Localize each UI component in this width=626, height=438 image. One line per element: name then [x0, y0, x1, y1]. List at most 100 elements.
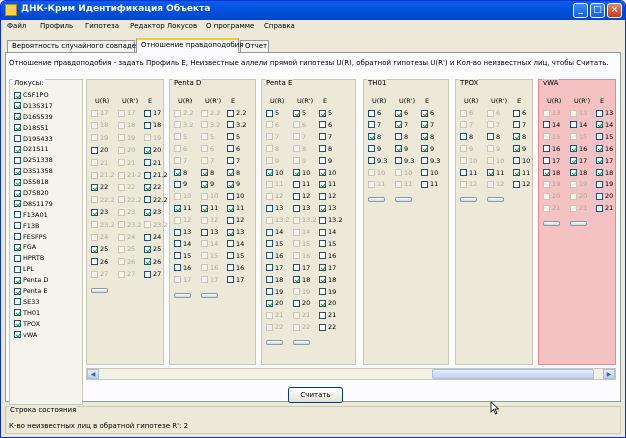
- allele-checkbox[interactable]: [227, 264, 234, 272]
- allele-checkbox[interactable]: [421, 109, 428, 117]
- allele-cell[interactable]: 10: [421, 169, 438, 179]
- allele-cell[interactable]: 15: [266, 240, 283, 250]
- allele-checkbox[interactable]: [293, 299, 300, 307]
- allele-checkbox[interactable]: [266, 240, 273, 248]
- allele-checkbox[interactable]: [227, 133, 234, 141]
- locus-checkbox[interactable]: [14, 156, 21, 164]
- locus-item[interactable]: HPRTB: [14, 254, 53, 265]
- allele-cell[interactable]: 11: [460, 169, 477, 179]
- allele-checkbox[interactable]: [596, 180, 603, 188]
- allele-checkbox[interactable]: [395, 145, 402, 153]
- allele-checkbox[interactable]: [144, 233, 151, 241]
- allele-cell[interactable]: 6: [227, 145, 240, 155]
- allele-checkbox[interactable]: [266, 204, 273, 212]
- locus-checkbox[interactable]: [14, 331, 21, 339]
- allele-checkbox[interactable]: [368, 133, 375, 141]
- allele-checkbox[interactable]: [570, 121, 577, 129]
- allele-cell[interactable]: 10: [513, 157, 530, 167]
- locus-item[interactable]: D19S433: [14, 135, 53, 146]
- allele-cell[interactable]: 16: [570, 145, 587, 155]
- allele-cell[interactable]: 14: [227, 240, 244, 250]
- allele-cell[interactable]: 16: [227, 264, 244, 274]
- locus-checkbox[interactable]: [14, 265, 21, 273]
- allele-checkbox[interactable]: [596, 145, 603, 153]
- allele-cell[interactable]: 20: [91, 146, 108, 156]
- allele-checkbox[interactable]: [174, 228, 181, 236]
- allele-checkbox[interactable]: [543, 121, 550, 129]
- allele-cell[interactable]: 9: [319, 157, 332, 167]
- menu-locus-editor[interactable]: Редактор Локусов: [130, 22, 197, 30]
- allele-checkbox[interactable]: [570, 145, 577, 153]
- allele-cell[interactable]: 9.3: [395, 157, 414, 167]
- allele-checkbox[interactable]: [227, 192, 234, 200]
- locus-checkbox[interactable]: [14, 276, 21, 284]
- allele-cell[interactable]: 21: [319, 311, 336, 321]
- column-scroll-button[interactable]: [174, 292, 191, 298]
- allele-checkbox[interactable]: [319, 204, 326, 212]
- allele-cell[interactable]: 5: [266, 109, 279, 119]
- allele-checkbox[interactable]: [319, 264, 326, 272]
- locus-checkbox[interactable]: [14, 178, 21, 186]
- allele-cell[interactable]: 9.3: [421, 157, 440, 167]
- column-scroll-button[interactable]: [487, 197, 504, 203]
- allele-cell[interactable]: 13: [293, 204, 310, 214]
- allele-cell[interactable]: 8: [319, 145, 332, 155]
- menu-about[interactable]: О программе: [206, 22, 254, 30]
- allele-checkbox[interactable]: [368, 157, 375, 165]
- locus-checkbox[interactable]: [14, 113, 21, 121]
- menu-hypothesis[interactable]: Гипотеза: [85, 22, 119, 30]
- allele-cell[interactable]: 12: [319, 192, 336, 202]
- allele-cell[interactable]: 6: [368, 109, 381, 119]
- allele-checkbox[interactable]: [227, 109, 234, 117]
- locus-item[interactable]: D8S1179: [14, 200, 53, 211]
- allele-cell[interactable]: 7: [319, 133, 332, 143]
- allele-cell[interactable]: 8: [487, 133, 500, 143]
- allele-cell[interactable]: 19: [319, 288, 336, 298]
- allele-checkbox[interactable]: [319, 311, 326, 319]
- allele-checkbox[interactable]: [513, 157, 520, 165]
- locus-item[interactable]: CSF1PO: [14, 91, 53, 102]
- allele-cell[interactable]: 14: [174, 240, 191, 250]
- title-bar[interactable]: ДНК-Крим Идентификация Объекта _ □ ×: [1, 1, 625, 20]
- allele-cell[interactable]: 14: [319, 228, 336, 238]
- allele-checkbox[interactable]: [293, 264, 300, 272]
- allele-cell[interactable]: 6: [319, 121, 332, 131]
- allele-cell[interactable]: 8: [460, 133, 473, 143]
- allele-checkbox[interactable]: [227, 145, 234, 153]
- allele-checkbox[interactable]: [144, 258, 151, 266]
- allele-checkbox[interactable]: [91, 208, 98, 216]
- allele-cell[interactable]: 9: [368, 145, 381, 155]
- allele-checkbox[interactable]: [319, 299, 326, 307]
- allele-cell[interactable]: 16: [174, 264, 191, 274]
- allele-checkbox[interactable]: [266, 169, 273, 176]
- locus-item[interactable]: D3S1358: [14, 167, 53, 178]
- allele-cell[interactable]: 14: [596, 121, 613, 131]
- allele-cell[interactable]: 8: [395, 133, 408, 143]
- maximize-button[interactable]: □: [590, 3, 605, 18]
- allele-cell[interactable]: 16: [543, 145, 560, 155]
- allele-checkbox[interactable]: [460, 133, 467, 141]
- allele-checkbox[interactable]: [513, 109, 520, 117]
- allele-checkbox[interactable]: [174, 240, 181, 248]
- allele-checkbox[interactable]: [144, 146, 151, 154]
- allele-checkbox[interactable]: [293, 276, 300, 284]
- allele-cell[interactable]: 21: [144, 159, 161, 169]
- allele-checkbox[interactable]: [174, 264, 181, 272]
- allele-cell[interactable]: 10: [319, 169, 336, 179]
- allele-checkbox[interactable]: [421, 145, 428, 153]
- allele-checkbox[interactable]: [91, 245, 98, 253]
- allele-cell[interactable]: 20: [293, 299, 310, 309]
- allele-checkbox[interactable]: [596, 204, 603, 212]
- allele-cell[interactable]: 6: [421, 109, 434, 119]
- allele-checkbox[interactable]: [91, 258, 98, 266]
- allele-cell[interactable]: 5: [319, 109, 332, 119]
- locus-checkbox[interactable]: [14, 102, 21, 110]
- locus-checkbox[interactable]: [14, 222, 21, 230]
- allele-cell[interactable]: 20: [596, 192, 613, 202]
- allele-cell[interactable]: 22: [91, 183, 108, 193]
- allele-cell[interactable]: 5: [293, 109, 306, 119]
- allele-cell[interactable]: 20: [144, 146, 161, 156]
- allele-cell[interactable]: 19: [266, 288, 283, 298]
- allele-cell[interactable]: 27: [144, 270, 161, 280]
- allele-checkbox[interactable]: [227, 180, 234, 188]
